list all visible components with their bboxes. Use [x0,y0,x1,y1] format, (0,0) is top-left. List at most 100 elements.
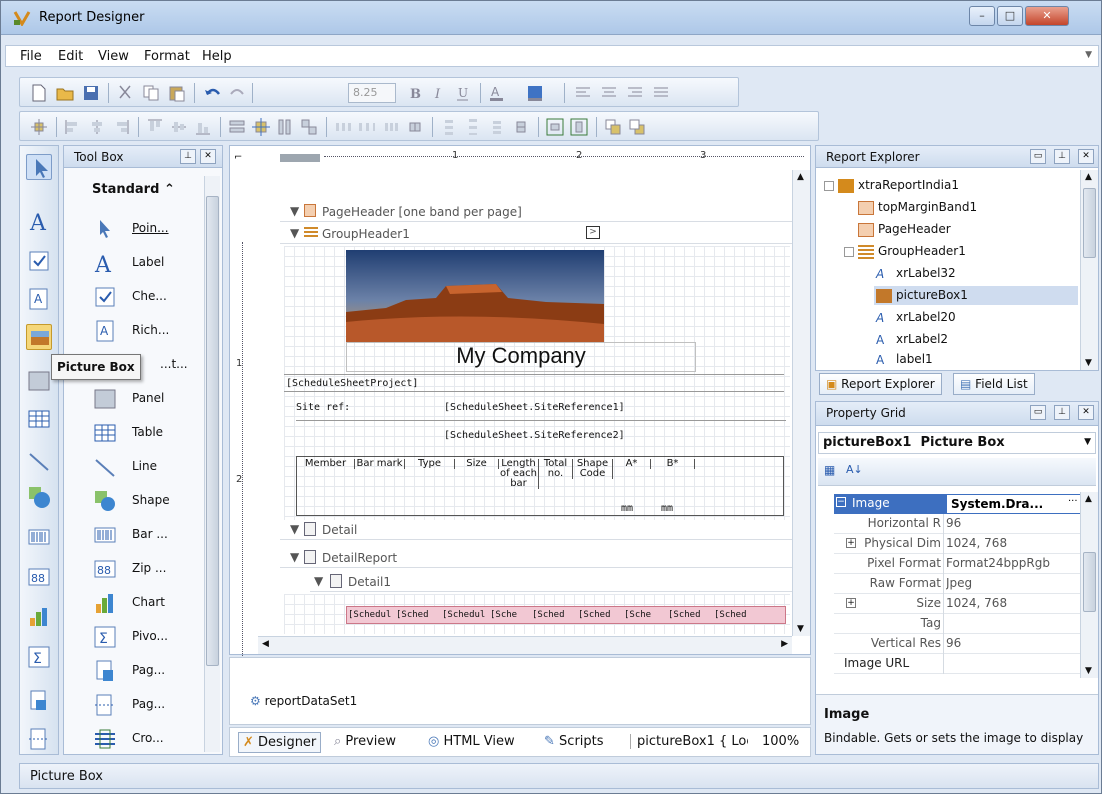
menu-edit[interactable]: Edit [58,49,83,64]
collapse-icon[interactable]: − [836,497,846,507]
menu-overflow-icon[interactable]: ▼ [1085,50,1092,60]
underline-icon[interactable]: U [454,84,472,102]
scroll-down-icon[interactable]: ▼ [797,624,804,634]
picture-box-image[interactable] [346,250,604,342]
pageinfo-tool-icon[interactable] [26,688,52,714]
detail-cell[interactable]: [Sched [668,610,701,620]
shape-tool-icon[interactable] [26,484,52,510]
line-tool-icon[interactable] [26,448,52,474]
align-middles-icon[interactable] [170,118,188,136]
scroll-up-icon[interactable]: ▲ [1085,172,1092,182]
property-row[interactable]: Vertical Res 96 [834,634,1086,654]
toolbox-item-label[interactable]: A Label [94,250,218,276]
h-spacing-remove-icon[interactable] [406,118,424,136]
pointer-icon[interactable] [26,154,52,180]
explorer-scrollbar[interactable]: ▲ ▼ [1080,170,1098,370]
menu-view[interactable]: View [98,49,129,64]
site-ref2-field[interactable]: [ScheduleSheet.SiteReference2] [444,430,625,441]
pivotgrid-tool-icon[interactable]: Σ [26,644,52,670]
tree-item-topmargin[interactable]: topMarginBand1 [858,200,977,215]
scroll-thumb[interactable] [1083,188,1096,258]
design-surface[interactable]: ⌐ 1 2 3 1 2 ▼ PageHeader [one band per p… [229,145,811,662]
property-value[interactable]: 96 [946,636,1082,650]
v-spacing-remove-icon[interactable] [512,118,530,136]
toolbox-item-pagebreak[interactable]: Pag... [94,692,218,718]
designer-hscroll[interactable]: ◀ ▶ [258,636,792,654]
center-vertically-icon[interactable] [570,118,588,136]
pagebreak-tool-icon[interactable] [26,726,52,752]
scroll-thumb[interactable] [1083,552,1096,612]
company-label[interactable]: My Company [346,342,696,372]
detail-cell[interactable]: [Schedul [442,610,485,620]
tree-item-xrlabel32[interactable]: AxrLabel32 [876,266,956,281]
header-table[interactable]: Member Bar mark Type Size Length of each… [296,456,784,516]
scroll-right-icon[interactable]: ▶ [781,639,788,649]
tree-item-xrlabel2[interactable]: AxrLabel2 [876,332,948,347]
same-height-icon[interactable] [276,118,294,136]
size-to-grid-icon[interactable] [252,118,270,136]
same-width-icon[interactable] [228,118,246,136]
checkbox-tool-icon[interactable] [26,248,52,274]
collapse-band-icon[interactable]: ▼ [314,574,323,588]
center-horizontally-icon[interactable] [546,118,564,136]
detail-cell[interactable]: [Sched [578,610,611,620]
band-detail-report[interactable]: ▼ DetailReport [280,548,800,568]
property-row[interactable]: + Size 1024, 768 [834,594,1086,614]
align-bottoms-icon[interactable] [194,118,212,136]
toolbox-category[interactable]: Standard ⌃ [92,182,175,197]
scroll-up-icon[interactable]: ▲ [1085,494,1092,504]
categorized-icon[interactable]: ▦ [824,463,835,477]
property-value[interactable]: 96 [946,516,1082,530]
font-color-icon[interactable]: A [488,84,506,102]
back-color-icon[interactable] [526,84,544,102]
window-icon[interactable]: ▭ [1030,149,1046,164]
barcode-tool-icon[interactable] [26,524,52,550]
picturebox-tool-icon[interactable] [26,324,52,350]
expand-icon[interactable]: + [846,538,856,548]
group-header-area[interactable]: My Company [ScheduleSheetProject] Site r… [284,246,790,520]
tree-item-pageheader[interactable]: PageHeader [858,222,951,237]
menu-help[interactable]: Help [202,49,232,64]
toolbox-item-chart[interactable]: Chart [94,590,218,616]
property-scrollbar[interactable]: ▲ ▼ [1080,492,1098,678]
detail-cell[interactable]: [Sched [532,610,565,620]
paste-icon[interactable] [168,84,186,102]
property-value[interactable]: 1024, 768 [946,536,1082,550]
close-icon[interactable]: ✕ [200,149,216,164]
ellipsis-button[interactable]: ··· [1068,496,1078,507]
toolbox-item-pointer[interactable]: Poin... [94,216,218,242]
property-value[interactable]: 1024, 768 [946,596,1082,610]
align-right-icon[interactable] [626,84,644,102]
property-row[interactable]: Tag [834,614,1086,634]
selected-property-row[interactable]: − Image System.Dra... ··· [834,494,1086,514]
expand-icon[interactable]: + [846,598,856,608]
align-tops-icon[interactable] [146,118,164,136]
property-value[interactable]: Format24bppRgb [946,556,1082,570]
open-icon[interactable] [56,84,74,102]
chart-tool-icon[interactable] [26,604,52,630]
panel-tool-icon[interactable] [26,368,52,394]
tree-item-groupheader[interactable]: GroupHeader1 [844,244,966,259]
expand-icon[interactable] [824,180,834,191]
align-centers-icon[interactable] [88,118,106,136]
alphabetical-icon[interactable]: A↓ [846,463,863,476]
collapse-band-icon[interactable]: ▼ [290,226,299,240]
tree-item-label1[interactable]: Alabel1 [876,352,933,367]
window-icon[interactable]: ▭ [1030,405,1046,420]
property-value[interactable]: System.Dra... [946,494,1086,514]
undo-icon[interactable] [204,84,222,102]
band-group-header[interactable]: ▼ GroupHeader1 > [280,224,800,244]
band-page-header[interactable]: ▼ PageHeader [one band per page] [280,202,800,222]
object-selector[interactable]: pictureBox1 Picture Box ▼ [818,432,1096,454]
toolbox-item-pageinfo[interactable]: Pag... [94,658,218,684]
band-detail[interactable]: ▼ Detail [280,520,800,540]
h-spacing-decrease-icon[interactable] [382,118,400,136]
v-spacing-increase-icon[interactable] [464,118,482,136]
detail-cell[interactable]: [Sched [396,610,429,620]
align-left-icon[interactable] [574,84,592,102]
scroll-down-icon[interactable]: ▼ [1085,666,1092,676]
toolbox-item-panel[interactable]: Panel [94,386,218,412]
align-rights-icon[interactable] [112,118,130,136]
close-icon[interactable]: ✕ [1078,405,1094,420]
font-size-select[interactable]: 8.25 [348,83,396,103]
